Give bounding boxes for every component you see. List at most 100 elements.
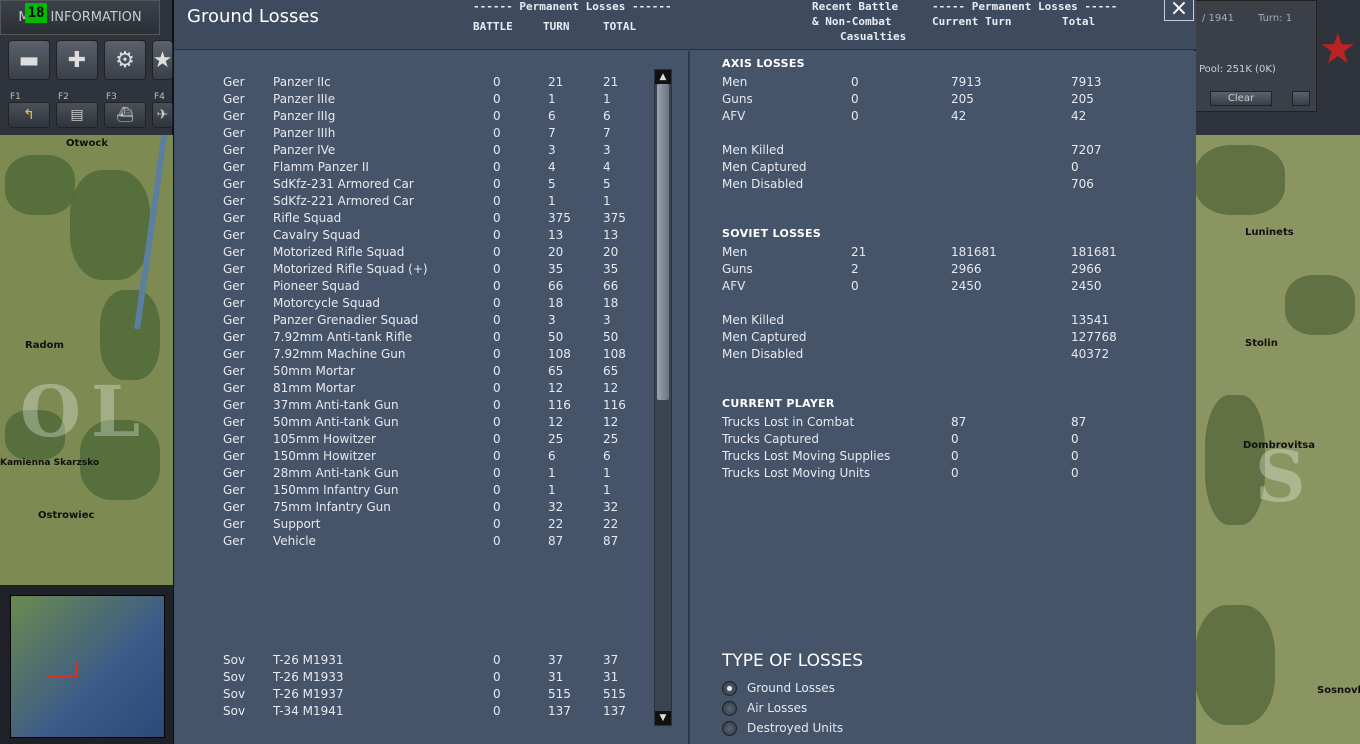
turn-cell: 1: [548, 483, 556, 497]
unit-name-cell: 81mm Mortar: [273, 381, 356, 395]
table-row[interactable]: Ger Cavalry Squad 0 13 13: [174, 228, 654, 245]
fkey-label: F2: [58, 92, 69, 102]
scroll-thumb[interactable]: [657, 84, 669, 400]
table-row[interactable]: Ger Panzer IVe 0 3 3: [174, 143, 654, 160]
table-row[interactable]: Ger Flamm Panzer II 0 4 4: [174, 160, 654, 177]
clear-button[interactable]: Clear: [1210, 91, 1272, 106]
permanent-losses-group-header: ------ Permanent Losses ------: [473, 0, 672, 13]
table-row[interactable]: Sov T-26 M1931 0 37 37: [174, 653, 654, 670]
soviet-star-icon: ★: [1319, 24, 1357, 73]
total-cell: 116: [603, 398, 626, 412]
rail-button[interactable]: ▤: [56, 102, 98, 128]
minimap[interactable]: [10, 595, 165, 738]
unit-name-cell: 150mm Howitzer: [273, 449, 376, 463]
hq-button[interactable]: ✚: [56, 40, 98, 80]
scroll-down-icon[interactable]: ▼: [655, 711, 671, 725]
unit-name-cell: 75mm Infantry Gun: [273, 500, 391, 514]
current-turn-value: 2966: [951, 262, 982, 276]
list-scrollbar[interactable]: ▲ ▼: [654, 69, 672, 726]
radio-destroyed-units[interactable]: Destroyed Units: [722, 718, 843, 738]
table-row[interactable]: Ger 150mm Howitzer 0 6 6: [174, 449, 654, 466]
table-row[interactable]: Ger Panzer IIIh 0 7 7: [174, 126, 654, 143]
table-row[interactable]: Ger 7.92mm Machine Gun 0 108 108: [174, 347, 654, 364]
map-view-left[interactable]: OL Otwock Radom Kamienna Skarzsko Ostrow…: [0, 130, 173, 585]
unit-name-cell: Vehicle: [273, 534, 316, 548]
table-row[interactable]: Ger Panzer IIc 0 21 21: [174, 75, 654, 92]
radio-unselected-icon[interactable]: [722, 700, 737, 716]
nation-cell: Sov: [223, 687, 246, 701]
current-turn-value: 205: [951, 92, 974, 106]
table-row[interactable]: Ger Motorized Rifle Squad 0 20 20: [174, 245, 654, 262]
turn-cell: 12: [548, 381, 564, 395]
table-row[interactable]: Ger 81mm Mortar 0 12 12: [174, 381, 654, 398]
radio-ground-losses[interactable]: Ground Losses: [722, 678, 835, 698]
nation-cell: Ger: [223, 500, 245, 514]
unit-name-cell: Panzer IIc: [273, 75, 331, 89]
table-row[interactable]: Ger Motorized Rifle Squad (+) 0 35 35: [174, 262, 654, 279]
table-row[interactable]: Ger Support 0 22 22: [174, 517, 654, 534]
summary-row: AFV 0 2450 2450: [692, 279, 1192, 296]
close-button[interactable]: ×: [1164, 0, 1194, 21]
table-row[interactable]: Ger 37mm Anti-tank Gun 0 116 116: [174, 398, 654, 415]
nation-cell: Ger: [223, 194, 245, 208]
ground-losses-dialog: Ground Losses ------ Permanent Losses --…: [173, 0, 1196, 744]
turn-cell: 515: [548, 687, 571, 701]
turn-cell: 87: [548, 534, 564, 548]
radio-air-losses[interactable]: Air Losses: [722, 698, 807, 718]
radio-selected-icon[interactable]: [722, 680, 737, 696]
table-row[interactable]: Ger Vehicle 0 87 87: [174, 534, 654, 551]
turn-cell: 12: [548, 415, 564, 429]
small-toggle-button[interactable]: [1292, 91, 1310, 106]
turn-cell: 31: [548, 670, 564, 684]
scroll-up-icon[interactable]: ▲: [655, 70, 671, 84]
table-row[interactable]: Sov T-34 M1941 0 137 137: [174, 704, 654, 721]
battle-cell: 0: [493, 687, 501, 701]
total-value: 7913: [1071, 75, 1102, 89]
turn-cell: 6: [548, 109, 556, 123]
naval-button[interactable]: ⛴: [104, 102, 146, 128]
detail-row: Men Captured 127768: [692, 330, 1192, 347]
nation-cell: Ger: [223, 347, 245, 361]
battle-cell: 0: [493, 466, 501, 480]
map-view-right[interactable]: S Luninets Stolin Dombrovitsa Sosnovka: [1195, 135, 1360, 744]
table-row[interactable]: Ger 50mm Mortar 0 65 65: [174, 364, 654, 381]
total-cell: 108: [603, 347, 626, 361]
unit-name-cell: 28mm Anti-tank Gun: [273, 466, 399, 480]
table-row[interactable]: Ger SdKfz-221 Armored Car 0 1 1: [174, 194, 654, 211]
map-information-tab[interactable]: MAP INFORMATION: [0, 0, 160, 35]
table-row[interactable]: Ger 50mm Anti-tank Gun 0 12 12: [174, 415, 654, 432]
current-turn-value: 2450: [951, 279, 982, 293]
table-row[interactable]: Sov T-26 M1937 0 515 515: [174, 687, 654, 704]
battle-cell: 0: [493, 347, 501, 361]
battle-cell: 0: [493, 670, 501, 684]
settings-button[interactable]: ⚙: [104, 40, 146, 80]
air-button[interactable]: ✈: [152, 102, 173, 128]
tank-button[interactable]: ▬: [8, 40, 50, 80]
undo-button[interactable]: ↰: [8, 102, 50, 128]
table-row[interactable]: Ger Panzer IIIe 0 1 1: [174, 92, 654, 109]
battle-cell: 0: [493, 296, 501, 310]
unit-name-cell: Rifle Squad: [273, 211, 342, 225]
table-row[interactable]: Ger Rifle Squad 0 375 375: [174, 211, 654, 228]
turn-cell: 3: [548, 313, 556, 327]
table-row[interactable]: Ger 28mm Anti-tank Gun 0 1 1: [174, 466, 654, 483]
minimap-viewport-frame[interactable]: [47, 661, 77, 677]
nation-cell: Ger: [223, 398, 245, 412]
current-turn-value: 87: [951, 415, 967, 429]
radio-unselected-icon[interactable]: [722, 720, 737, 736]
table-row[interactable]: Ger SdKfz-231 Armored Car 0 5 5: [174, 177, 654, 194]
table-row[interactable]: Sov T-26 M1933 0 31 31: [174, 670, 654, 687]
table-row[interactable]: Ger Motorcycle Squad 0 18 18: [174, 296, 654, 313]
table-row[interactable]: Ger Pioneer Squad 0 66 66: [174, 279, 654, 296]
table-row[interactable]: Ger 105mm Howitzer 0 25 25: [174, 432, 654, 449]
nation-cell: Ger: [223, 483, 245, 497]
table-row[interactable]: Ger 150mm Infantry Gun 0 1 1: [174, 483, 654, 500]
table-row[interactable]: Ger 75mm Infantry Gun 0 32 32: [174, 500, 654, 517]
table-row[interactable]: Ger Panzer Grenadier Squad 0 3 3: [174, 313, 654, 330]
table-row[interactable]: Ger Panzer IIIg 0 6 6: [174, 109, 654, 126]
total-cell: 25: [603, 432, 619, 446]
unit-name-cell: SdKfz-231 Armored Car: [273, 177, 414, 191]
nation-cell: Ger: [223, 381, 245, 395]
table-row[interactable]: Ger 7.92mm Anti-tank Rifle 0 50 50: [174, 330, 654, 347]
star-button[interactable]: ★: [152, 40, 173, 80]
